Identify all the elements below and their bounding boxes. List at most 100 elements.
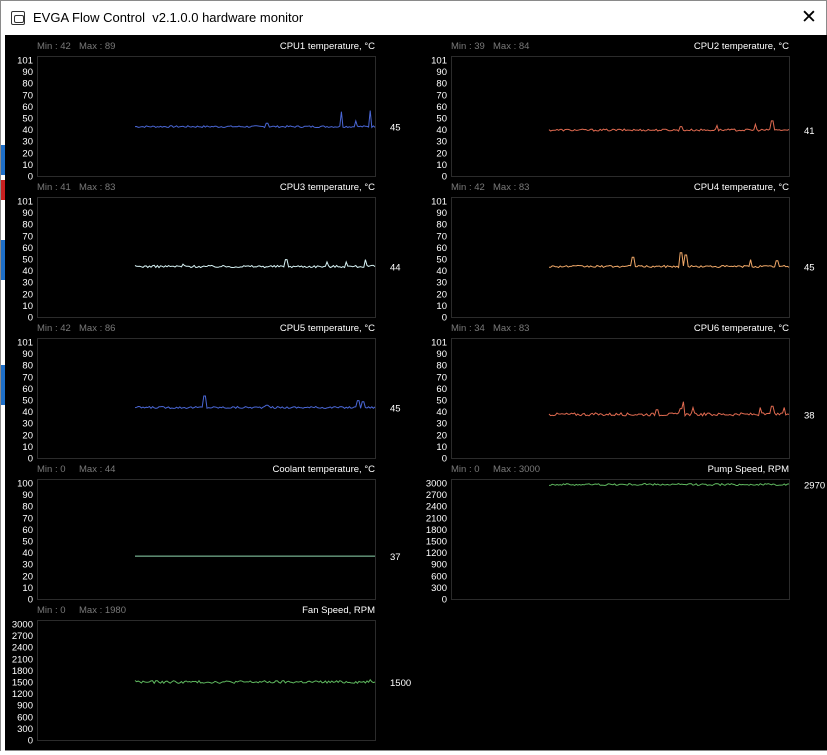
y-tick-label: 30 <box>436 137 447 148</box>
y-tick-label: 60 <box>22 243 33 254</box>
min-label: Min : 41 <box>37 182 71 193</box>
plot-frame <box>451 197 790 318</box>
y-tick-label: 1200 <box>426 548 447 559</box>
max-label: Max : 89 <box>79 41 115 52</box>
y-tick-label: 600 <box>431 571 447 582</box>
current-value: 45 <box>390 123 401 134</box>
y-tick-label: 1800 <box>426 525 447 536</box>
graph-cpu6: Min : 34 Max : 83 CPU6 temperature, °C 1019… <box>431 323 814 465</box>
series-line <box>134 678 376 685</box>
y-tick-label: 60 <box>22 102 33 113</box>
y-tick-label: 70 <box>22 513 33 524</box>
current-value: 1500 <box>390 678 411 689</box>
current-value: 2970 <box>804 481 825 492</box>
current-value: 41 <box>804 126 815 137</box>
plot-frame <box>451 338 790 459</box>
y-tick-label: 300 <box>17 724 33 735</box>
y-tick-label: 50 <box>22 255 33 266</box>
y-tick-label: 40 <box>22 266 33 277</box>
y-tick-label: 20 <box>22 571 33 582</box>
y-tick-label: 300 <box>431 583 447 594</box>
y-tick-label: 60 <box>436 384 447 395</box>
y-tick-label: 40 <box>22 125 33 136</box>
series-line <box>548 401 790 417</box>
y-tick-label: 10 <box>436 442 447 453</box>
y-tick-label: 70 <box>22 90 33 101</box>
y-tick-label: 90 <box>436 208 447 219</box>
y-tick-label: 60 <box>22 384 33 395</box>
close-button[interactable]: ✕ <box>796 5 822 31</box>
y-tick-label: 10 <box>22 442 33 453</box>
y-tick-label: 80 <box>22 79 33 90</box>
y-tick-label: 30 <box>22 137 33 148</box>
min-label: Min : 34 <box>451 323 485 334</box>
graph-title: CPU1 temperature, °C <box>280 41 375 52</box>
y-tick-label: 101 <box>17 338 33 349</box>
graph-cpu3: Min : 41 Max : 83 CPU3 temperature, °C 1019… <box>17 182 400 324</box>
current-value: 37 <box>390 552 401 563</box>
y-tick-label: 70 <box>436 90 447 101</box>
plot-frame <box>37 338 376 459</box>
y-tick-label: 60 <box>22 525 33 536</box>
max-label: Max : 44 <box>79 464 115 475</box>
y-tick-label: 30 <box>22 278 33 289</box>
y-tick-label: 2400 <box>12 643 33 654</box>
current-value: 44 <box>390 262 401 273</box>
y-tick-label: 900 <box>17 701 33 712</box>
y-tick-label: 20 <box>436 289 447 300</box>
y-tick-label: 20 <box>22 289 33 300</box>
y-tick-label: 40 <box>436 407 447 418</box>
y-tick-label: 30 <box>436 419 447 430</box>
y-tick-label: 50 <box>22 537 33 548</box>
max-label: Max : 83 <box>493 323 529 334</box>
app-window: EVGA Flow Control v2.1.0.0 hardware moni… <box>0 0 827 752</box>
y-tick-label: 0 <box>28 313 33 324</box>
y-tick-label: 1500 <box>12 678 33 689</box>
min-label: Min : 42 <box>37 323 71 334</box>
y-tick-label: 50 <box>436 255 447 266</box>
min-label: Min : 42 <box>451 182 485 193</box>
y-tick-label: 50 <box>22 114 33 125</box>
series-line <box>548 252 790 269</box>
y-tick-label: 100 <box>17 479 33 490</box>
plot-frame <box>37 479 376 600</box>
y-tick-label: 0 <box>28 454 33 465</box>
y-tick-label: 0 <box>28 595 33 606</box>
y-tick-label: 10 <box>22 583 33 594</box>
y-tick-label: 10 <box>436 301 447 312</box>
title-bar[interactable]: EVGA Flow Control v2.1.0.0 hardware moni… <box>1 1 826 35</box>
y-tick-label: 10 <box>22 301 33 312</box>
y-tick-label: 2400 <box>426 502 447 513</box>
monitor-panel: Min : 42 Max : 89 CPU1 temperature, °C 101 9… <box>5 35 827 750</box>
y-tick-label: 10 <box>22 160 33 171</box>
y-tick-label: 80 <box>22 502 33 513</box>
min-label: Min : 0 <box>37 464 66 475</box>
graph-title: CPU6 temperature, °C <box>694 323 789 334</box>
graph-cpu1: Min : 42 Max : 89 CPU1 temperature, °C 1019… <box>17 41 400 183</box>
graph-cpu4: Min : 42 Max : 83 CPU4 temperature, °C 1019… <box>431 182 814 324</box>
y-tick-label: 90 <box>22 349 33 360</box>
plot-frame <box>451 479 790 600</box>
max-label: Max : 3000 <box>493 464 540 475</box>
graph-fan: Min : 0 Max : 1980 Fan Speed, RPM300027002… <box>12 605 411 747</box>
y-tick-label: 3000 <box>426 479 447 490</box>
min-label: Min : 0 <box>37 605 66 616</box>
y-tick-label: 70 <box>22 372 33 383</box>
current-value: 38 <box>804 410 815 421</box>
y-tick-label: 30 <box>22 560 33 571</box>
y-tick-label: 90 <box>436 349 447 360</box>
y-tick-label: 2100 <box>426 513 447 524</box>
series-line <box>548 120 790 132</box>
y-tick-label: 20 <box>436 430 447 441</box>
graph-cpu2: Min : 39 Max : 84 CPU2 temperature, °C 1019… <box>431 41 814 183</box>
y-tick-label: 30 <box>436 278 447 289</box>
y-tick-label: 60 <box>436 102 447 113</box>
y-tick-label: 1200 <box>12 689 33 700</box>
series-line <box>134 110 376 129</box>
y-tick-label: 60 <box>436 243 447 254</box>
y-tick-label: 90 <box>22 208 33 219</box>
y-tick-label: 2700 <box>12 631 33 642</box>
y-tick-label: 70 <box>436 231 447 242</box>
y-tick-label: 20 <box>22 430 33 441</box>
graph-title: Fan Speed, RPM <box>302 605 375 616</box>
